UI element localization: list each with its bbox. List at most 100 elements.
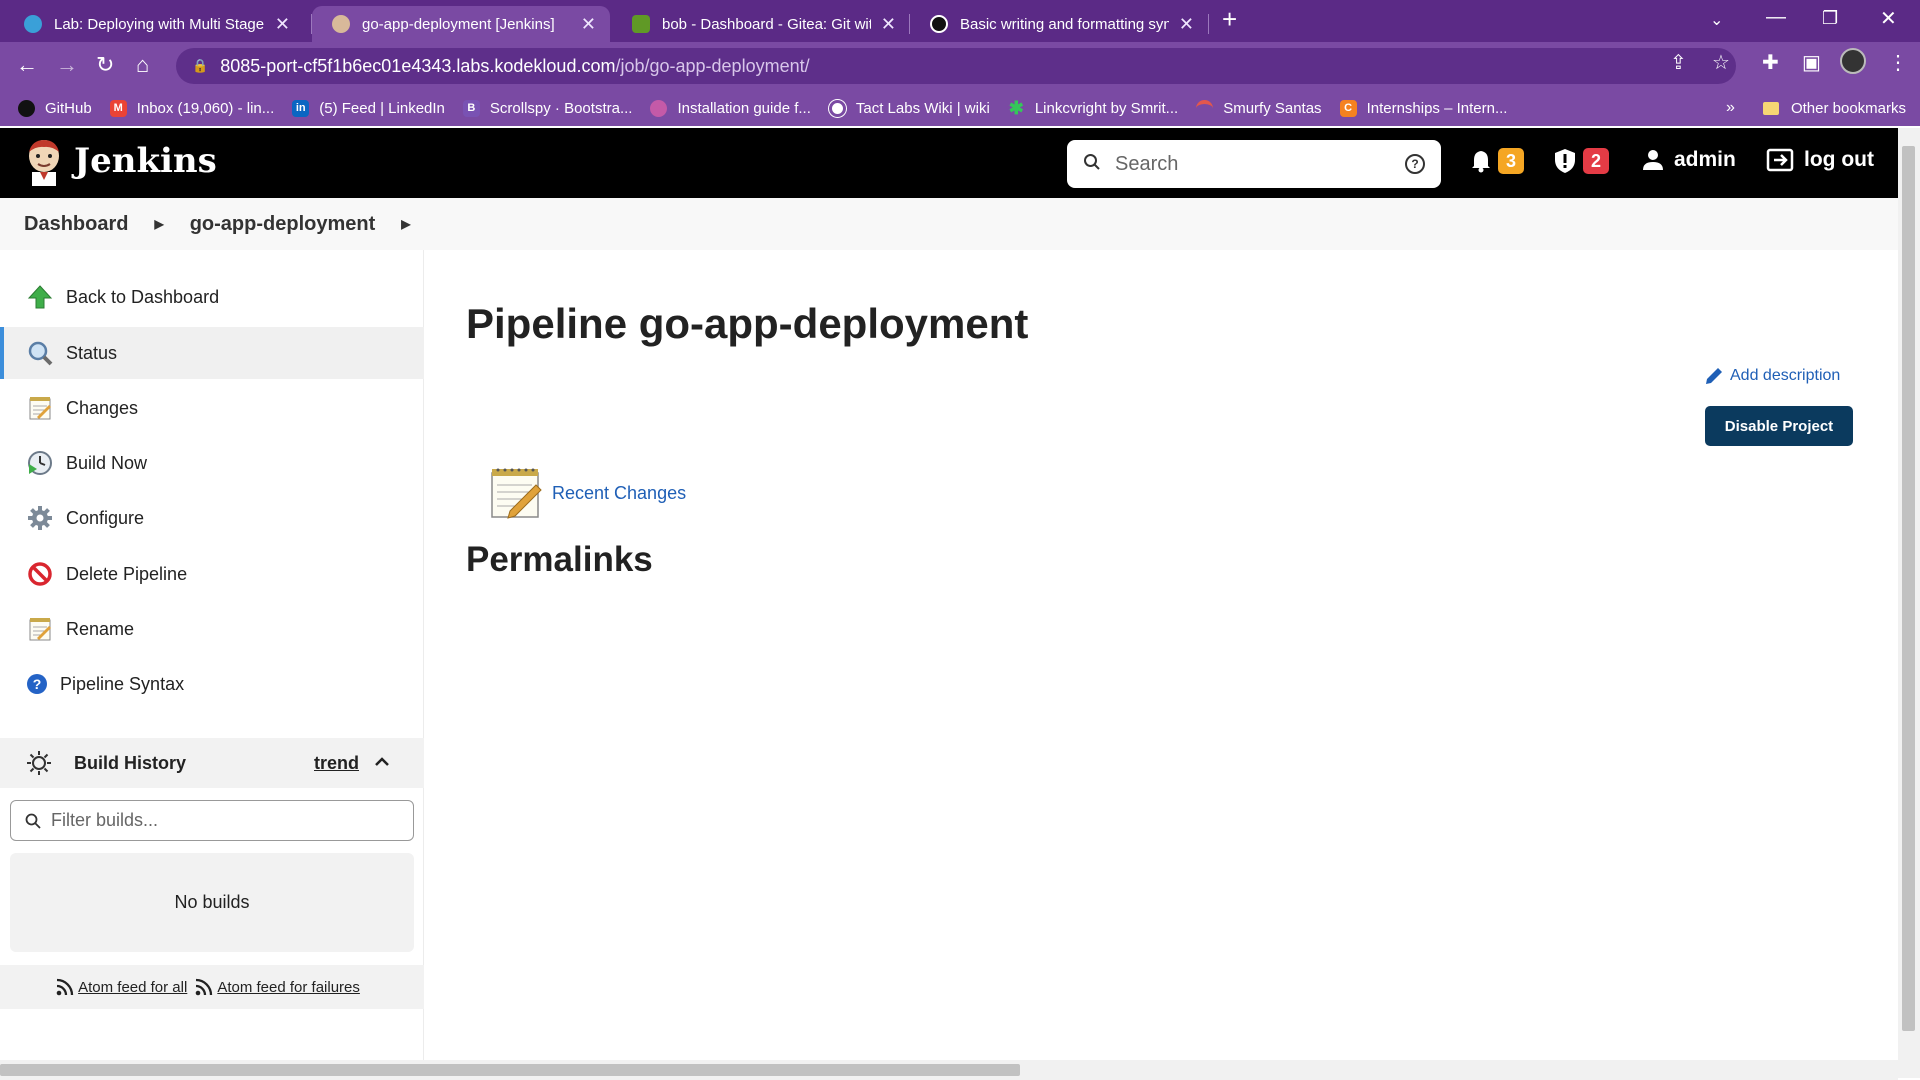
- build-history-icon: [27, 751, 51, 775]
- browser-tab-github-docs[interactable]: Basic writing and formatting synt ✕: [910, 6, 1208, 42]
- bookmark-linkedin[interactable]: in (5) Feed | LinkedIn: [292, 99, 445, 117]
- bookmark-label: Tact Labs Wiki | wiki: [855, 99, 990, 117]
- tab-title: Lab: Deploying with Multi Stage P: [54, 15, 265, 33]
- sidebar-item-delete-pipeline[interactable]: Delete Pipeline: [0, 548, 424, 600]
- pencil-icon: [1706, 368, 1722, 384]
- profile-avatar[interactable]: [1840, 48, 1866, 74]
- back-icon[interactable]: ←: [16, 52, 38, 78]
- close-tab-icon[interactable]: ✕: [581, 14, 596, 35]
- url-bar[interactable]: 🔒 8085-port-cf5f1b6ec01e4343.labs.kodekl…: [176, 48, 1736, 84]
- breadcrumb-dashboard[interactable]: Dashboard: [24, 213, 128, 236]
- bootstrap-icon: B: [462, 99, 480, 117]
- shield-alert-icon: [1555, 149, 1575, 173]
- bookmark-star-icon[interactable]: ☆: [1712, 50, 1730, 75]
- trend-link[interactable]: trend: [314, 753, 359, 774]
- bookmark-gmail[interactable]: M Inbox (19,060) - lin...: [109, 99, 274, 117]
- new-tab-button[interactable]: +: [1222, 4, 1237, 35]
- bookmark-tact-labs[interactable]: Tact Labs Wiki | wiki: [828, 99, 990, 117]
- url-host: 8085-port-cf5f1b6ec01e4343.labs.kodeklou…: [220, 55, 616, 76]
- close-tab-icon[interactable]: ✕: [881, 14, 896, 35]
- share-icon[interactable]: ⇪: [1670, 50, 1687, 75]
- sidebar-item-build-now[interactable]: Build Now: [0, 437, 424, 489]
- security-badge: 2: [1583, 148, 1609, 174]
- jenkins-title[interactable]: Jenkins: [74, 141, 217, 181]
- browser-menu-icon[interactable]: ⋮: [1888, 50, 1908, 75]
- user-menu[interactable]: admin: [1642, 148, 1736, 172]
- sidebar-item-status[interactable]: Status: [0, 327, 424, 379]
- browser-tab-lab[interactable]: Lab: Deploying with Multi Stage P ✕: [4, 6, 304, 42]
- sidebar-item-label: Pipeline Syntax: [60, 673, 185, 694]
- search-box[interactable]: ?: [1067, 140, 1441, 188]
- sidebar-item-back-to-dashboard[interactable]: Back to Dashboard: [0, 271, 424, 323]
- tab-divider: [1208, 14, 1209, 34]
- gitea-favicon-icon: [632, 15, 650, 33]
- horizontal-scrollbar[interactable]: [0, 1060, 1898, 1080]
- browser-tab-jenkins[interactable]: go-app-deployment [Jenkins] ✕: [312, 6, 610, 42]
- chevron-double-right-icon[interactable]: »: [1726, 99, 1735, 117]
- sidebar-item-configure[interactable]: Configure: [0, 492, 424, 544]
- atom-feed-failures-link[interactable]: Atom feed for failures: [217, 979, 360, 996]
- scrollbar-thumb[interactable]: [0, 1064, 1020, 1076]
- guide-icon: [650, 99, 668, 117]
- vertical-scrollbar[interactable]: [1898, 128, 1920, 1078]
- breadcrumb-job[interactable]: go-app-deployment: [190, 213, 376, 236]
- search-icon: [25, 813, 41, 829]
- browser-tab-gitea[interactable]: bob - Dashboard - Gitea: Git with ✕: [612, 6, 910, 42]
- chevron-up-icon[interactable]: [374, 754, 390, 772]
- other-bookmarks[interactable]: Other bookmarks: [1791, 100, 1906, 117]
- no-entry-icon: [26, 560, 54, 588]
- github-icon: [18, 99, 35, 117]
- bookmark-smurfy-santas[interactable]: Smurfy Santas: [1196, 99, 1322, 117]
- gear-icon: [26, 504, 54, 532]
- tab-search-icon[interactable]: ⌄: [1710, 10, 1723, 30]
- tab-title: bob - Dashboard - Gitea: Git with: [662, 15, 871, 33]
- bookmark-linkcvright[interactable]: ✱ Linkcvright by Smrit...: [1008, 98, 1178, 118]
- sidebar-item-rename[interactable]: Rename: [0, 603, 424, 655]
- tab-title: go-app-deployment [Jenkins]: [362, 15, 555, 33]
- notepad-icon: [26, 615, 54, 643]
- bookmark-label: GitHub: [45, 99, 92, 117]
- security-button[interactable]: 2: [1553, 148, 1609, 174]
- lock-icon: 🔒: [192, 58, 209, 73]
- sidebar-item-label: Changes: [66, 397, 139, 418]
- notifications-button[interactable]: 3: [1470, 148, 1524, 174]
- extensions-icon[interactable]: ✚: [1762, 50, 1779, 75]
- home-icon[interactable]: ⌂: [136, 52, 149, 78]
- recent-changes-link[interactable]: Recent Changes: [552, 483, 686, 504]
- jenkins-logo-icon[interactable]: [24, 138, 64, 186]
- internshala-icon: C: [1339, 99, 1357, 117]
- close-tab-icon[interactable]: ✕: [275, 14, 290, 35]
- sidebar-item-label: Delete Pipeline: [66, 563, 188, 584]
- scrollbar-thumb[interactable]: [1902, 146, 1915, 1031]
- filter-builds-input[interactable]: [51, 810, 391, 831]
- rss-icon: [196, 978, 213, 996]
- globe-icon: [828, 99, 846, 117]
- restore-icon[interactable]: ❐: [1822, 8, 1838, 29]
- disable-project-button[interactable]: Disable Project: [1705, 406, 1853, 446]
- add-description-link[interactable]: Add description: [1704, 366, 1840, 386]
- bell-icon: [1472, 151, 1490, 173]
- bookmark-github[interactable]: GitHub: [18, 99, 92, 117]
- close-tab-icon[interactable]: ✕: [1179, 14, 1194, 35]
- search-icon: [1083, 153, 1101, 176]
- logout-link[interactable]: log out: [1766, 148, 1874, 172]
- chevron-right-icon[interactable]: ▶: [401, 217, 410, 231]
- bookmark-installation-guide[interactable]: Installation guide f...: [650, 99, 811, 117]
- bookmark-internships[interactable]: C Internships – Intern...: [1339, 99, 1507, 117]
- minimize-icon[interactable]: —: [1766, 6, 1786, 29]
- bookmark-bootstrap[interactable]: B Scrollspy · Bootstra...: [462, 99, 633, 117]
- sidebar-item-pipeline-syntax[interactable]: ? Pipeline Syntax: [0, 658, 424, 710]
- reload-icon[interactable]: ↻: [96, 52, 114, 78]
- chevron-right-icon[interactable]: ▶: [154, 217, 163, 231]
- bookmark-label: Scrollspy · Bootstra...: [489, 99, 633, 117]
- sidebar-item-changes[interactable]: Changes: [0, 382, 424, 434]
- forward-icon[interactable]: →: [56, 52, 78, 78]
- search-input[interactable]: [1115, 152, 1405, 176]
- close-window-icon[interactable]: ✕: [1880, 6, 1897, 31]
- sidebar: Back to Dashboard Status Changes Build N…: [0, 250, 424, 1060]
- search-help-icon[interactable]: ?: [1405, 154, 1425, 174]
- side-panel-icon[interactable]: ▣: [1802, 50, 1821, 75]
- filter-builds-field[interactable]: [10, 800, 414, 841]
- notepad-icon: [491, 468, 542, 519]
- atom-feed-all-link[interactable]: Atom feed for all: [78, 979, 187, 996]
